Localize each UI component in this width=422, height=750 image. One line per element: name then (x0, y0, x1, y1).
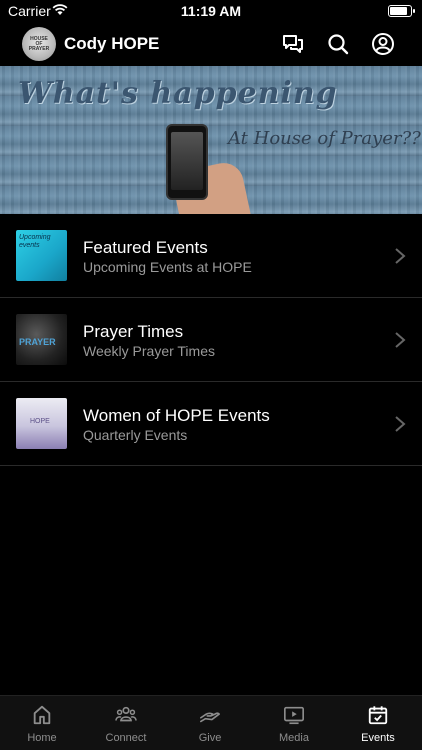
hero-title: What's happening (18, 76, 338, 111)
avatar-text: HOUSE OF PRAYER (28, 35, 50, 52)
tab-home[interactable]: Home (0, 696, 84, 750)
chevron-right-icon (395, 332, 406, 348)
hero-subtitle: At House of Prayer?? (228, 128, 421, 149)
people-icon (115, 706, 137, 722)
page-title: Cody HOPE (64, 34, 160, 53)
phone-image (166, 124, 208, 200)
home-icon (33, 705, 51, 725)
tab-label: Home (27, 732, 57, 744)
tab-bar: Home Connect Give Media Events (0, 695, 422, 750)
tab-label: Media (279, 732, 309, 744)
status-time: 11:19 AM (180, 3, 242, 19)
list-item-women-of-hope[interactable]: HOPE Women of HOPE Events Quarterly Even… (0, 382, 422, 466)
hero-banner: What's happening At House of Prayer?? (0, 66, 422, 214)
tab-connect[interactable]: Connect (84, 696, 168, 750)
status-bar: Carrier 11:19 AM (0, 0, 422, 22)
give-icon (200, 712, 220, 723)
church-logo-avatar[interactable]: HOUSE OF PRAYER (22, 27, 56, 61)
account-icon[interactable] (371, 32, 395, 56)
tab-media[interactable]: Media (252, 696, 336, 750)
thumbnail-text: Upcoming events (19, 234, 51, 249)
thumbnail-text: HOPE (30, 418, 50, 425)
chat-icon[interactable] (281, 32, 305, 56)
women-of-hope-thumbnail: HOPE (16, 398, 67, 449)
list-item-title: Prayer Times (83, 322, 184, 341)
search-icon[interactable] (326, 32, 350, 56)
featured-events-thumbnail: Upcoming events (16, 230, 67, 281)
calendar-icon (368, 706, 388, 725)
tab-label: Give (198, 732, 222, 744)
chevron-right-icon (395, 416, 406, 432)
prayer-times-thumbnail: PRAYER (16, 314, 67, 365)
list-item-prayer-times[interactable]: PRAYER Prayer Times Weekly Prayer Times (0, 298, 422, 382)
app-header: HOUSE OF PRAYER Cody HOPE (0, 22, 422, 66)
list-item-title: Women of HOPE Events (83, 406, 270, 425)
media-icon (284, 706, 304, 725)
battery-icon (388, 5, 415, 17)
list-item-subtitle: Quarterly Events (83, 427, 188, 443)
thumbnail-text: PRAYER (19, 337, 56, 347)
list-item-title: Featured Events (83, 238, 208, 257)
chevron-right-icon (395, 248, 406, 264)
list-item-subtitle: Weekly Prayer Times (83, 343, 215, 359)
tab-give[interactable]: Give (168, 696, 252, 750)
tab-label: Connect (105, 732, 147, 744)
tab-label: Events (361, 732, 395, 744)
list-item-subtitle: Upcoming Events at HOPE (83, 259, 252, 275)
events-list: Upcoming events Featured Events Upcoming… (0, 214, 422, 466)
tab-events[interactable]: Events (336, 696, 420, 750)
list-item-featured-events[interactable]: Upcoming events Featured Events Upcoming… (0, 214, 422, 298)
